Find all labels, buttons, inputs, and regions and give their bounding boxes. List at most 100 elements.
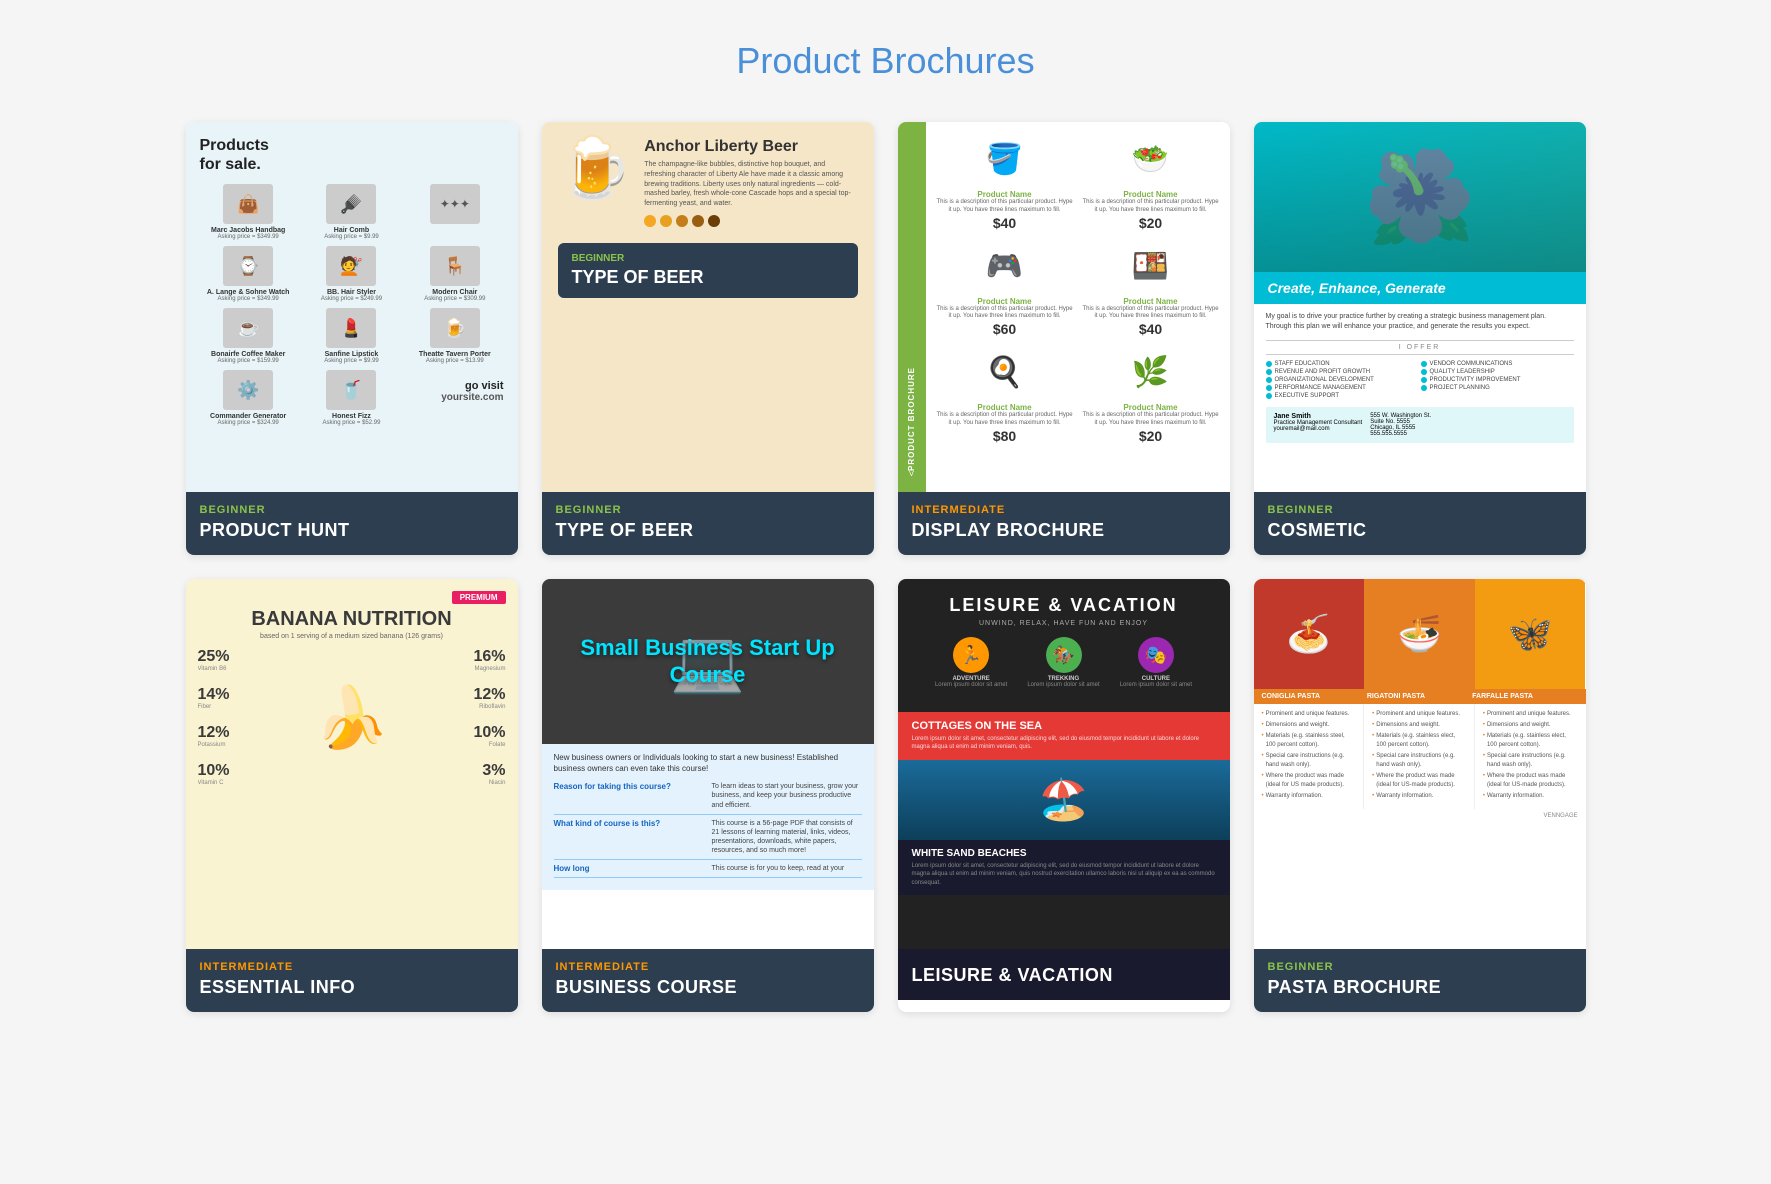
stat-label: Folate xyxy=(446,742,506,748)
product-name: Theatte Tavern Porter xyxy=(406,351,503,358)
product-price: Asking price = $9.99 xyxy=(303,234,400,240)
list-item: EXECUTIVE SUPPORT xyxy=(1266,393,1419,399)
stat-label: Magnesium xyxy=(446,666,506,672)
card-level: BEGINNER xyxy=(1268,504,1572,516)
qa-item: Reason for taking this course? To learn … xyxy=(554,782,862,814)
list-item: ✦✦✦ xyxy=(406,184,503,240)
activity-icons: 🏃 ADVENTURE Lorem ipsum dolor sit amet 🏇… xyxy=(914,637,1214,688)
list-item: Warranty information. xyxy=(1262,792,1356,801)
card5-preview: PREMIUM BANANA NUTRITION based on 1 serv… xyxy=(186,579,518,949)
beaches-section: WHITE SAND BEACHES Lorem ipsum dolor sit… xyxy=(898,840,1230,895)
product-img: 🪑 xyxy=(430,246,480,286)
card-level: INTERMEDIATE xyxy=(556,961,860,973)
list-item: Materials (e.g. stainless elect, 100 per… xyxy=(1483,732,1578,750)
section-text: Lorem ipsum dolor sit amet, consectetur … xyxy=(912,862,1216,887)
product-img: ✦✦✦ xyxy=(430,184,480,224)
list-item: VENDOR COMMUNICATIONS xyxy=(1421,361,1574,367)
product-img: 👜 xyxy=(223,184,273,224)
stat-label: Niacin xyxy=(446,780,506,786)
pasta-columns: Prominent and unique features. Dimension… xyxy=(1254,704,1586,809)
pasta-col-title: FARFALLE PASTA xyxy=(1472,693,1577,700)
list-item: Materials (e.g. stainless elect, 100 per… xyxy=(1372,732,1466,750)
stat-percent: 10% xyxy=(446,724,506,742)
list-item: Prominent and unique features. xyxy=(1372,710,1466,719)
vacation-subtitle: UNWIND, RELAX, HAVE FUN AND ENJOY xyxy=(914,620,1214,627)
cosmetic-tagline-bar: Create, Enhance, Generate xyxy=(1254,272,1586,304)
stat-item: 10% Folate xyxy=(446,724,506,748)
service-dot xyxy=(1421,369,1427,375)
left-stats: 25% Vitamin B6 14% Fiber 12% Potassium xyxy=(198,648,258,786)
card-anchor-beer[interactable]: 🍺 Anchor Liberty Beer The champagne-like… xyxy=(542,122,874,555)
card-name: ESSENTIAL INFO xyxy=(200,977,504,998)
service-dot xyxy=(1266,393,1272,399)
beer-type-name: TYPE OF BEER xyxy=(572,267,844,288)
card-level: BEGINNER xyxy=(1268,961,1572,973)
list-item: ORGANIZATIONAL DEVELOPMENT xyxy=(1266,377,1419,383)
product-img: 🥤 xyxy=(326,370,376,410)
list-item: Warranty information. xyxy=(1372,792,1466,801)
card-footer: BEGINNER COSMETIC xyxy=(1254,492,1586,555)
card-name: TYPE OF BEER xyxy=(556,520,860,541)
list-item: STAFF EDUCATION xyxy=(1266,361,1419,367)
card8-preview: 🍝 🍜 🦋 CONIGLIA PASTA RIGATONI PASTA FARF… xyxy=(1254,579,1586,949)
activity-icon-circle: 🏇 xyxy=(1046,637,1082,673)
qa-item: How long This course is for you to keep,… xyxy=(554,864,862,878)
product-image: 🌿 xyxy=(1082,345,1220,400)
service-dot xyxy=(1421,377,1427,383)
card-name: BUSINESS COURSE xyxy=(556,977,860,998)
cosmetic-hero-image: 🌺 xyxy=(1254,122,1586,272)
product-price: Asking price = $13.99 xyxy=(406,358,503,364)
product-price: $20 xyxy=(1082,428,1220,444)
product-image: 🍳 xyxy=(936,345,1074,400)
card-level: BEGINNER xyxy=(556,504,860,516)
activity-icon-circle: 🏃 xyxy=(953,637,989,673)
product-price: Asking price = $349.99 xyxy=(200,296,297,302)
product-price: Asking price = $52.99 xyxy=(303,420,400,426)
list-item: Special care instructions (e.g. hand was… xyxy=(1372,752,1466,770)
card-display-brochure[interactable]: Product Brochure V 🪣 Product Name This i… xyxy=(898,122,1230,555)
hero-text: Small Business Start Up Course xyxy=(542,635,874,688)
question: What kind of course is this? xyxy=(554,819,704,855)
list-item: PERFORMANCE MANAGEMENT xyxy=(1266,385,1419,391)
section-title: WHITE SAND BEACHES xyxy=(912,848,1216,859)
stat-percent: 3% xyxy=(446,762,506,780)
course-body: New business owners or Individuals looki… xyxy=(542,744,874,890)
product-name: Sanfine Lipstick xyxy=(303,351,400,358)
card-name: LEISURE & VACATION xyxy=(912,965,1216,986)
card-cosmetic[interactable]: 🌺 Create, Enhance, Generate My goal is t… xyxy=(1254,122,1586,555)
product-price: Asking price = $249.99 xyxy=(303,296,400,302)
card-pasta-brochure[interactable]: 🍝 🍜 🦋 CONIGLIA PASTA RIGATONI PASTA FARF… xyxy=(1254,579,1586,1012)
pasta-col-3: Prominent and unique features. Dimension… xyxy=(1475,704,1586,809)
contact-email: youremail@mail.com xyxy=(1274,426,1363,432)
list-item: 🏃 ADVENTURE Lorem ipsum dolor sit amet xyxy=(935,637,1007,688)
stat-percent: 25% xyxy=(198,648,258,666)
page-title: Product Brochures xyxy=(20,40,1751,82)
service-dot xyxy=(1421,361,1427,367)
venngage-logo: VENNGAGE xyxy=(1254,809,1586,823)
card-essential-info[interactable]: PREMIUM BANANA NUTRITION based on 1 serv… xyxy=(186,579,518,1012)
card-name: PASTA BROCHURE xyxy=(1268,977,1572,998)
card-footer: BEGINNER PASTA BROCHURE xyxy=(1254,949,1586,1012)
card-leisure-vacation[interactable]: LEISURE & VACATION UNWIND, RELAX, HAVE F… xyxy=(898,579,1230,1012)
card-level: INTERMEDIATE xyxy=(200,961,504,973)
card3-preview: Product Brochure V 🪣 Product Name This i… xyxy=(898,122,1230,492)
list-item: Materials (e.g. stainless steel, 100 per… xyxy=(1262,732,1356,750)
beach-image: 🏖️ xyxy=(898,760,1230,840)
stat-percent: 12% xyxy=(198,724,258,742)
list-item: 🪑 Modern Chair Asking price = $309.99 xyxy=(406,246,503,302)
product-img: ⌚ xyxy=(223,246,273,286)
pasta-col-1: Prominent and unique features. Dimension… xyxy=(1254,704,1365,809)
stat-item: 3% Niacin xyxy=(446,762,506,786)
card-name: DISPLAY BROCHURE xyxy=(912,520,1216,541)
cosmetic-desc: My goal is to drive your practice furthe… xyxy=(1266,312,1574,332)
list-item: PRODUCTIVITY IMPROVEMENT xyxy=(1421,377,1574,383)
course-intro: New business owners or Individuals looki… xyxy=(554,752,862,774)
list-item: Prominent and unique features. xyxy=(1483,710,1578,719)
product-name: Product Name xyxy=(936,403,1074,412)
card-product-hunt[interactable]: Productsfor sale. 👜 Marc Jacobs Handbag … xyxy=(186,122,518,555)
product-image: 🪣 xyxy=(936,132,1074,187)
card-business-course[interactable]: 💻 Small Business Start Up Course New bus… xyxy=(542,579,874,1012)
product-img: 🪮 xyxy=(326,184,376,224)
nutrition-stats: 25% Vitamin B6 14% Fiber 12% Potassium xyxy=(198,648,506,786)
sidebar-logo: V xyxy=(909,471,914,484)
